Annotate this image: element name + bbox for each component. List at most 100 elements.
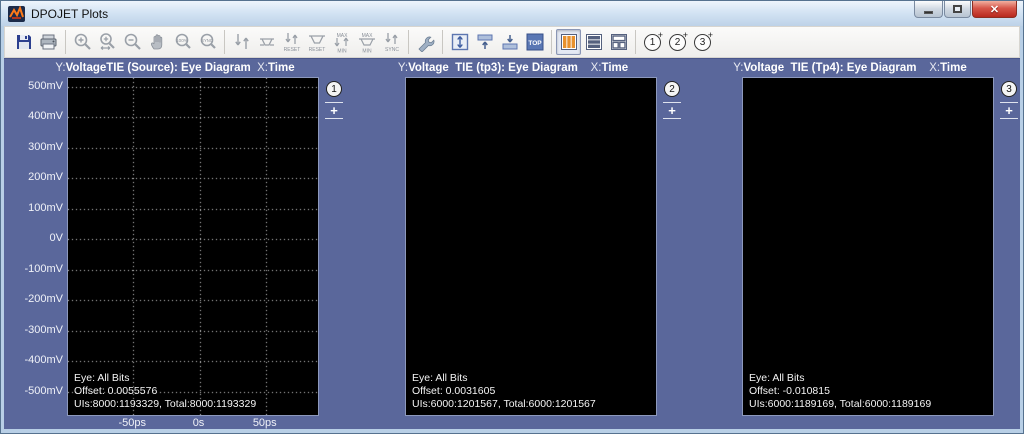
svg-text:RESET: RESET <box>308 47 325 53</box>
x-axis-labels <box>405 417 657 432</box>
top-icon: TOP <box>525 32 545 52</box>
plot-canvas-wrap[interactable]: Eye: All Bits Offset: 0.0055576 UIs:8000… <box>67 77 319 416</box>
zoom-100-button[interactable]: 100% <box>170 29 195 55</box>
y-tick-label: -200mV <box>13 293 63 305</box>
x-tick-label: 50ps <box>235 417 295 429</box>
y-tick-label: 300mV <box>13 141 63 153</box>
pan-hand-icon <box>148 32 168 52</box>
svg-text:SYNC: SYNC <box>385 47 399 53</box>
eye-limits-icon <box>257 32 277 52</box>
svg-text:TOP: TOP <box>528 40 542 47</box>
add-plot-1-button[interactable]: 1 + <box>640 29 665 55</box>
markers-reset-button[interactable]: RESET <box>279 29 304 55</box>
markers-reset-icon: RESET <box>281 31 303 53</box>
y-tick-label: -500mV <box>13 385 63 397</box>
zoom-out-icon <box>123 32 143 52</box>
maximize-button[interactable] <box>944 1 971 18</box>
fit-vertical-icon <box>450 32 470 52</box>
layout-mixed-icon <box>609 32 629 52</box>
zoom-sync-button[interactable]: SYNC <box>195 29 220 55</box>
y-tick-label: 500mV <box>13 80 63 92</box>
expand-plot-button[interactable]: + <box>325 102 343 119</box>
close-button[interactable]: ✕ <box>972 1 1017 18</box>
y-tick-label: -400mV <box>13 354 63 366</box>
eye-diagram-panel-2: Y:Voltage TIE (tp3): Eye Diagram X:Time … <box>367 77 685 433</box>
plus-icon: + <box>708 31 713 39</box>
expand-plot-button[interactable]: + <box>1000 102 1018 119</box>
markers-sync-icon: SYNC <box>381 31 403 53</box>
save-icon <box>15 33 33 51</box>
svg-text:MAX: MAX <box>361 33 373 39</box>
plot-annotation: Eye: All Bits Offset: -0.010815 UIs:6000… <box>749 372 931 411</box>
print-icon <box>39 33 58 51</box>
svg-text:MIN: MIN <box>362 49 372 54</box>
plot-title: Y:VoltageTIE (Source): Eye Diagram X:Tim… <box>29 62 321 74</box>
y-tick-label: 100mV <box>13 202 63 214</box>
toolbar: 100% SYNC RESET RESET MAXMIN MAXMIN SYNC <box>4 26 1020 58</box>
y-axis-labels <box>367 77 403 414</box>
close-icon: ✕ <box>990 3 999 16</box>
plot-canvas-wrap[interactable]: Eye: All Bits Offset: -0.010815 UIs:6000… <box>742 77 994 416</box>
wrench-icon <box>416 32 436 52</box>
eye-diagram-canvas-1[interactable] <box>68 78 318 415</box>
layout-mixed-button[interactable] <box>606 29 631 55</box>
fit-vertical-button[interactable] <box>447 29 472 55</box>
eye-maxmin-icon: MAX MIN <box>356 31 378 53</box>
print-button[interactable] <box>36 29 61 55</box>
plot-title: Y:Voltage TIE (tp3): Eye Diagram X:Time <box>367 62 659 74</box>
dock-top-button[interactable] <box>472 29 497 55</box>
plot-number-badge: 2 <box>664 81 680 97</box>
plots-area: Y:VoltageTIE (Source): Eye Diagram X:Tim… <box>4 58 1020 429</box>
eye-diagram-panel-3: Y:Voltage TIE (Tp4): Eye Diagram X:Time … <box>704 77 1022 433</box>
eye-diagram-canvas-3[interactable] <box>743 78 993 415</box>
x-tick-label: 0s <box>169 417 229 429</box>
save-button[interactable] <box>11 29 36 55</box>
add-plot-2-button[interactable]: 2 + <box>665 29 690 55</box>
svg-text:100%: 100% <box>176 38 188 43</box>
svg-text:MIN: MIN <box>337 49 347 54</box>
configure-button[interactable] <box>413 29 438 55</box>
svg-text:SYNC: SYNC <box>201 38 213 43</box>
markers-sync-button[interactable]: SYNC <box>379 29 404 55</box>
eye-reset-button[interactable]: RESET <box>304 29 329 55</box>
plus-icon: + <box>683 31 688 39</box>
toolbar-separator <box>224 30 225 54</box>
zoom-out-button[interactable] <box>120 29 145 55</box>
title-bar[interactable]: DPOJET Plots ✕ <box>1 1 1023 26</box>
toolbar-separator <box>408 30 409 54</box>
zoom-horizontal-button[interactable] <box>95 29 120 55</box>
plot-annotation: Eye: All Bits Offset: 0.0031605 UIs:6000… <box>412 372 596 411</box>
dock-bottom-button[interactable] <box>497 29 522 55</box>
zoom-horizontal-icon <box>98 32 118 52</box>
eye-maxmin-button[interactable]: MAX MIN <box>354 29 379 55</box>
plot-annotation: Eye: All Bits Offset: 0.0055576 UIs:8000… <box>74 372 256 411</box>
minimize-button[interactable] <box>914 1 943 18</box>
toolbar-separator <box>635 30 636 54</box>
y-axis-labels <box>704 77 740 414</box>
markers-maxmin-button[interactable]: MAXMIN <box>329 29 354 55</box>
pan-button[interactable] <box>145 29 170 55</box>
add-plot-3-button[interactable]: 3 + <box>690 29 715 55</box>
layout-columns-button[interactable] <box>556 29 581 55</box>
toolbar-separator <box>65 30 66 54</box>
eye-limits-button[interactable] <box>254 29 279 55</box>
zoom-in-button[interactable] <box>70 29 95 55</box>
dpojet-plots-window: DPOJET Plots ✕ 100% SYNC <box>0 0 1024 434</box>
layout-rows-icon <box>584 32 604 52</box>
dock-top-all-button[interactable]: TOP <box>522 29 547 55</box>
markers-maxmin-icon: MAXMIN <box>331 31 353 53</box>
eye-diagram-canvas-2[interactable] <box>406 78 656 415</box>
plot-canvas-wrap[interactable]: Eye: All Bits Offset: 0.0031605 UIs:6000… <box>405 77 657 416</box>
markers-button[interactable] <box>229 29 254 55</box>
layout-rows-button[interactable] <box>581 29 606 55</box>
zoom-100-icon: 100% <box>173 32 193 52</box>
markers-icon <box>232 32 252 52</box>
dock-top-icon <box>475 32 495 52</box>
expand-plot-button[interactable]: + <box>663 102 681 119</box>
y-tick-label: 200mV <box>13 171 63 183</box>
plot-title: Y:Voltage TIE (Tp4): Eye Diagram X:Time <box>704 62 996 74</box>
toolbar-separator <box>551 30 552 54</box>
y-tick-label: -300mV <box>13 324 63 336</box>
toolbar-separator <box>442 30 443 54</box>
plot-number-badge: 3 <box>1001 81 1017 97</box>
